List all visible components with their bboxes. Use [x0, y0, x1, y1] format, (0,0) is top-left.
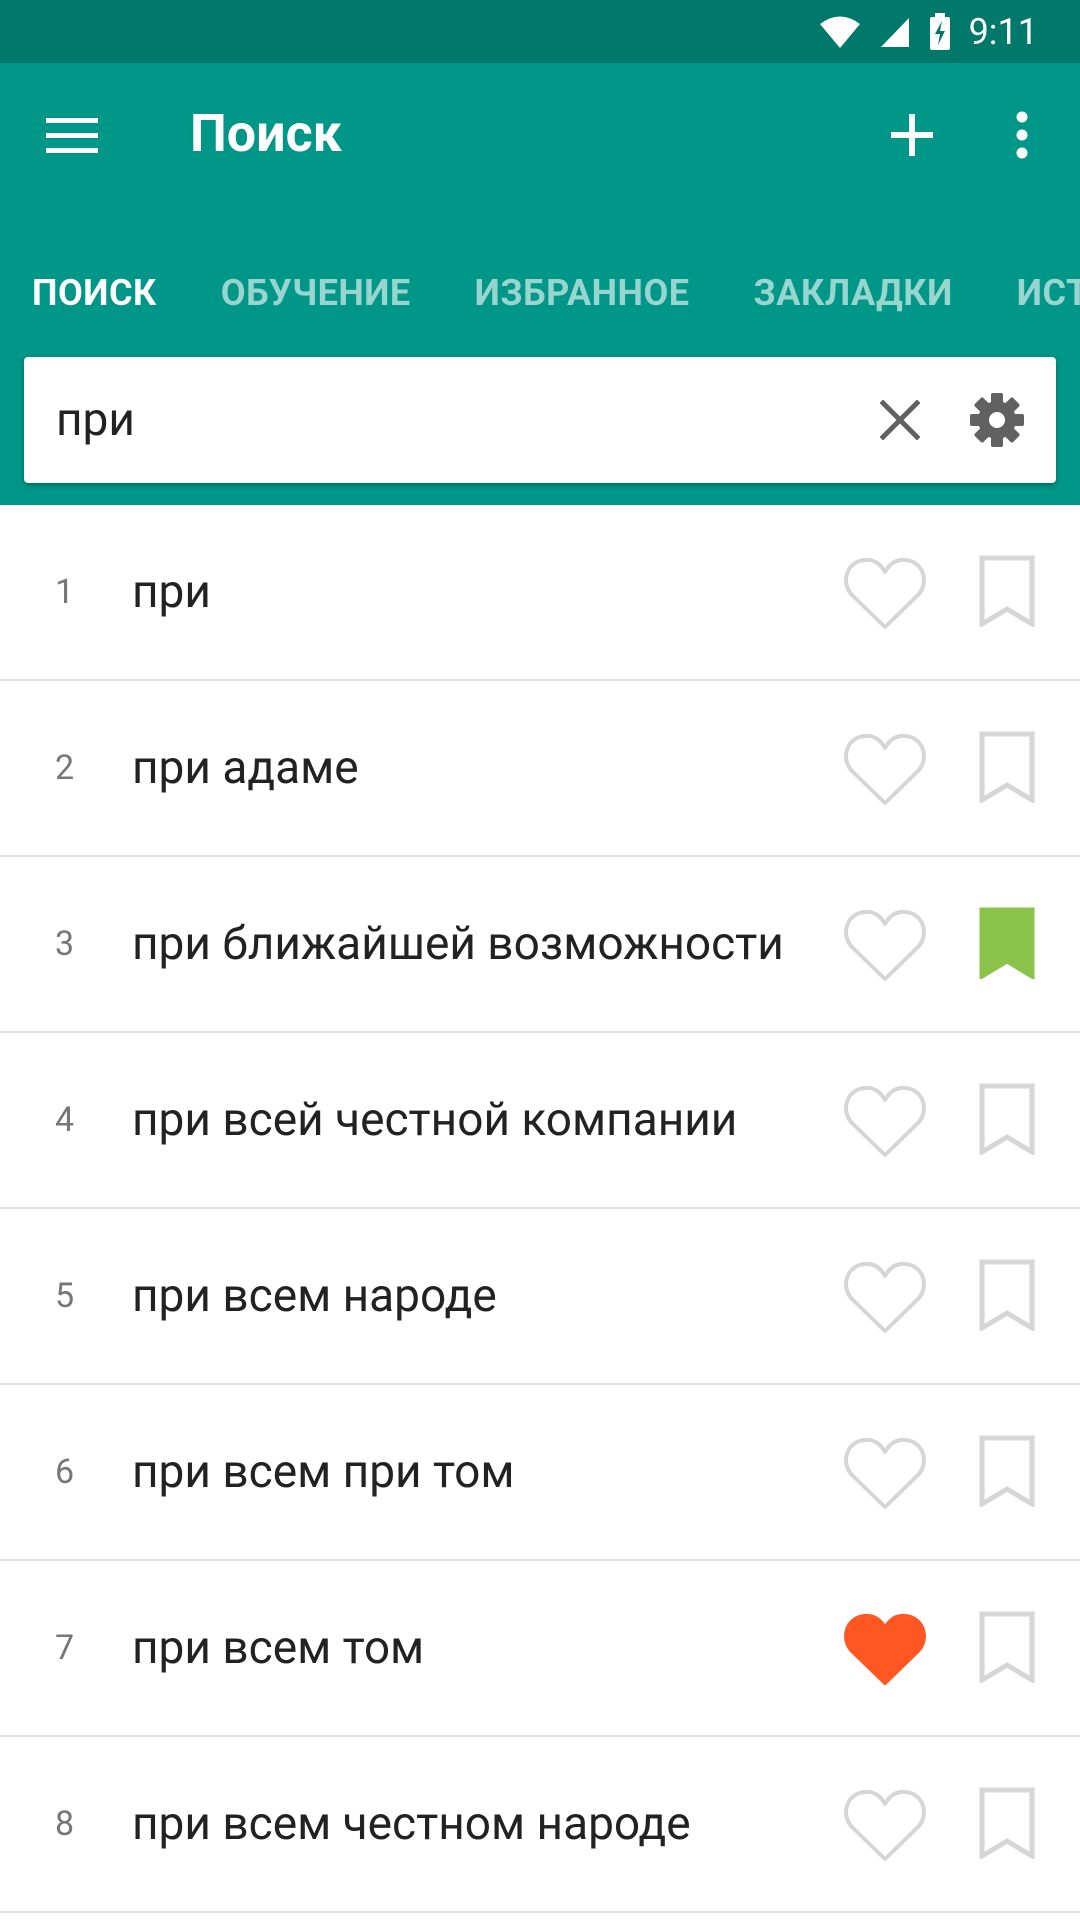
list-item[interactable]: 5 при всем народе	[0, 1209, 1080, 1385]
item-number: 6	[55, 1452, 75, 1492]
page-title: Поиск	[190, 103, 342, 164]
item-text: при всем честном народе	[132, 1797, 691, 1851]
wifi-icon	[819, 16, 860, 48]
results-list: 1 при 2 при адаме 3 при ближайшей возмож…	[0, 505, 1080, 1913]
item-text: при всем том	[132, 1621, 425, 1675]
tab-learning[interactable]: ОБУЧЕНИЕ	[221, 272, 411, 314]
item-number: 5	[55, 1276, 75, 1316]
toolbar: Поиск	[0, 63, 1080, 213]
bookmark-icon[interactable]	[978, 1259, 1036, 1331]
menu-icon	[46, 118, 98, 153]
search-box: при	[24, 357, 1056, 483]
item-number: 7	[55, 1628, 75, 1668]
list-item[interactable]: 8 при всем честном народе	[0, 1737, 1080, 1913]
heart-icon[interactable]	[844, 907, 926, 983]
tab-favorites[interactable]: ИЗБРАННОЕ	[475, 272, 690, 314]
item-text: при адаме	[132, 741, 359, 795]
plus-icon	[891, 114, 933, 156]
bookmark-icon[interactable]	[978, 1083, 1036, 1155]
heart-icon[interactable]	[844, 1083, 926, 1159]
gear-icon	[970, 393, 1024, 447]
search-input[interactable]: при	[56, 357, 135, 483]
list-item[interactable]: 2 при адаме	[0, 681, 1080, 857]
bookmark-icon[interactable]	[978, 1787, 1036, 1859]
status-bar: 9:11	[0, 0, 1080, 63]
bookmark-icon[interactable]	[978, 555, 1036, 627]
list-item[interactable]: 4 при всей честной компании	[0, 1033, 1080, 1209]
cell-signal-icon	[880, 17, 909, 47]
list-item[interactable]: 1 при	[0, 505, 1080, 681]
item-text: при	[132, 565, 211, 619]
clear-search-button[interactable]	[870, 390, 930, 450]
add-button[interactable]	[880, 103, 944, 167]
bookmark-icon[interactable]	[978, 1611, 1036, 1683]
tab-search[interactable]: ПОИСК	[32, 272, 157, 314]
item-text: при всем при том	[132, 1445, 515, 1499]
item-number: 1	[55, 572, 75, 612]
list-item[interactable]: 6 при всем при том	[0, 1385, 1080, 1561]
item-text: при всем народе	[132, 1269, 497, 1323]
tab-bar: ПОИСК ОБУЧЕНИЕ ИЗБРАННОЕ ЗАКЛАДКИ ИСТОРИ…	[0, 250, 1080, 335]
tab-history[interactable]: ИСТОРИЯ	[1017, 272, 1080, 314]
search-settings-button[interactable]	[966, 390, 1028, 450]
item-number: 4	[55, 1100, 75, 1140]
close-icon	[880, 400, 920, 440]
more-vert-icon	[1016, 111, 1028, 159]
heart-icon[interactable]	[844, 731, 926, 807]
item-text: при всей честной компании	[132, 1093, 738, 1147]
app-bar: Поиск ПОИСК ОБУЧЕНИЕ ИЗБРАННОЕ ЗАКЛАДКИ …	[0, 63, 1080, 335]
heart-icon[interactable]	[844, 1611, 926, 1687]
item-number: 2	[55, 748, 75, 788]
battery-charging-icon	[929, 12, 950, 50]
more-options-button[interactable]	[1000, 103, 1044, 167]
heart-icon[interactable]	[844, 1787, 926, 1863]
item-number: 3	[55, 924, 75, 964]
heart-icon[interactable]	[844, 1435, 926, 1511]
bookmark-icon[interactable]	[978, 1435, 1036, 1507]
list-item[interactable]: 7 при всем том	[0, 1561, 1080, 1737]
tab-bookmarks[interactable]: ЗАКЛАДКИ	[754, 272, 953, 314]
item-number: 8	[55, 1804, 75, 1844]
status-time: 9:11	[968, 10, 1038, 53]
search-band: при	[0, 335, 1080, 505]
bookmark-icon[interactable]	[978, 731, 1036, 803]
bookmark-icon[interactable]	[978, 907, 1036, 979]
list-item[interactable]: 3 при ближайшей возможности	[0, 857, 1080, 1033]
heart-icon[interactable]	[844, 555, 926, 631]
heart-icon[interactable]	[844, 1259, 926, 1335]
menu-button[interactable]	[40, 108, 104, 164]
status-icons: 9:11	[819, 0, 1038, 63]
item-text: при ближайшей возможности	[132, 917, 784, 971]
